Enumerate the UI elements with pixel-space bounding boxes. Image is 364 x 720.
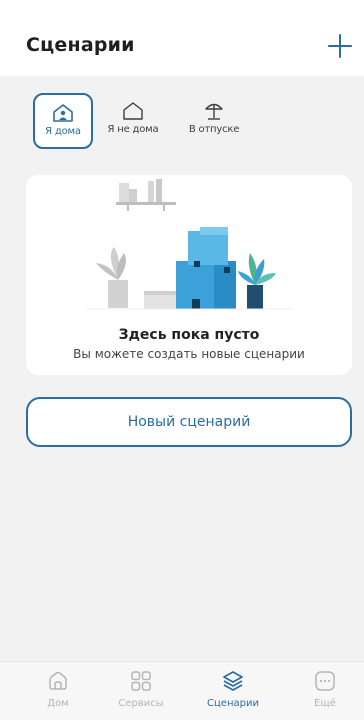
add-scenario-button[interactable]: [326, 32, 354, 60]
nav-label: Дом: [47, 698, 69, 709]
mode-tab-label: Я дома: [45, 126, 81, 137]
mode-tab-home[interactable]: Я дома: [33, 93, 93, 149]
mode-tab-vacation[interactable]: В отпуске: [184, 93, 244, 149]
empty-boxes-illustration: [86, 179, 292, 310]
app-header: Сценарии: [0, 0, 364, 76]
home-icon: [123, 102, 143, 120]
page-title: Сценарии: [26, 34, 135, 56]
more-icon: [315, 671, 335, 691]
mode-tabs: Я дома Я не дома В отпуске: [0, 93, 364, 151]
nav-label: Сценарии: [207, 698, 259, 709]
bottom-navigation: Дом Сервисы Сценарии Ещё: [0, 661, 364, 720]
beach-umbrella-icon: [205, 103, 223, 120]
home-nav-icon: [49, 671, 67, 690]
grid-icon: [131, 671, 151, 691]
home-person-icon: [53, 104, 73, 122]
empty-state-subtitle: Вы можете создать новые сценарии: [73, 347, 305, 361]
new-scenario-button[interactable]: Новый сценарий: [26, 397, 352, 447]
empty-state-card: Здесь пока пусто Вы можете создать новые…: [26, 175, 352, 375]
nav-item-scenarios[interactable]: Сценарии: [193, 670, 273, 709]
mode-tab-away[interactable]: Я не дома: [103, 93, 163, 149]
nav-label: Ещё: [314, 698, 336, 709]
nav-label: Сервисы: [118, 698, 164, 709]
layers-icon: [223, 671, 243, 691]
mode-tab-label: Я не дома: [107, 124, 159, 135]
empty-state-title: Здесь пока пусто: [118, 327, 260, 343]
plus-icon: [328, 34, 352, 58]
nav-item-services[interactable]: Сервисы: [101, 670, 181, 709]
nav-item-home[interactable]: Дом: [18, 670, 98, 709]
nav-item-more[interactable]: Ещё: [285, 670, 364, 709]
mode-tab-label: В отпуске: [188, 124, 240, 135]
